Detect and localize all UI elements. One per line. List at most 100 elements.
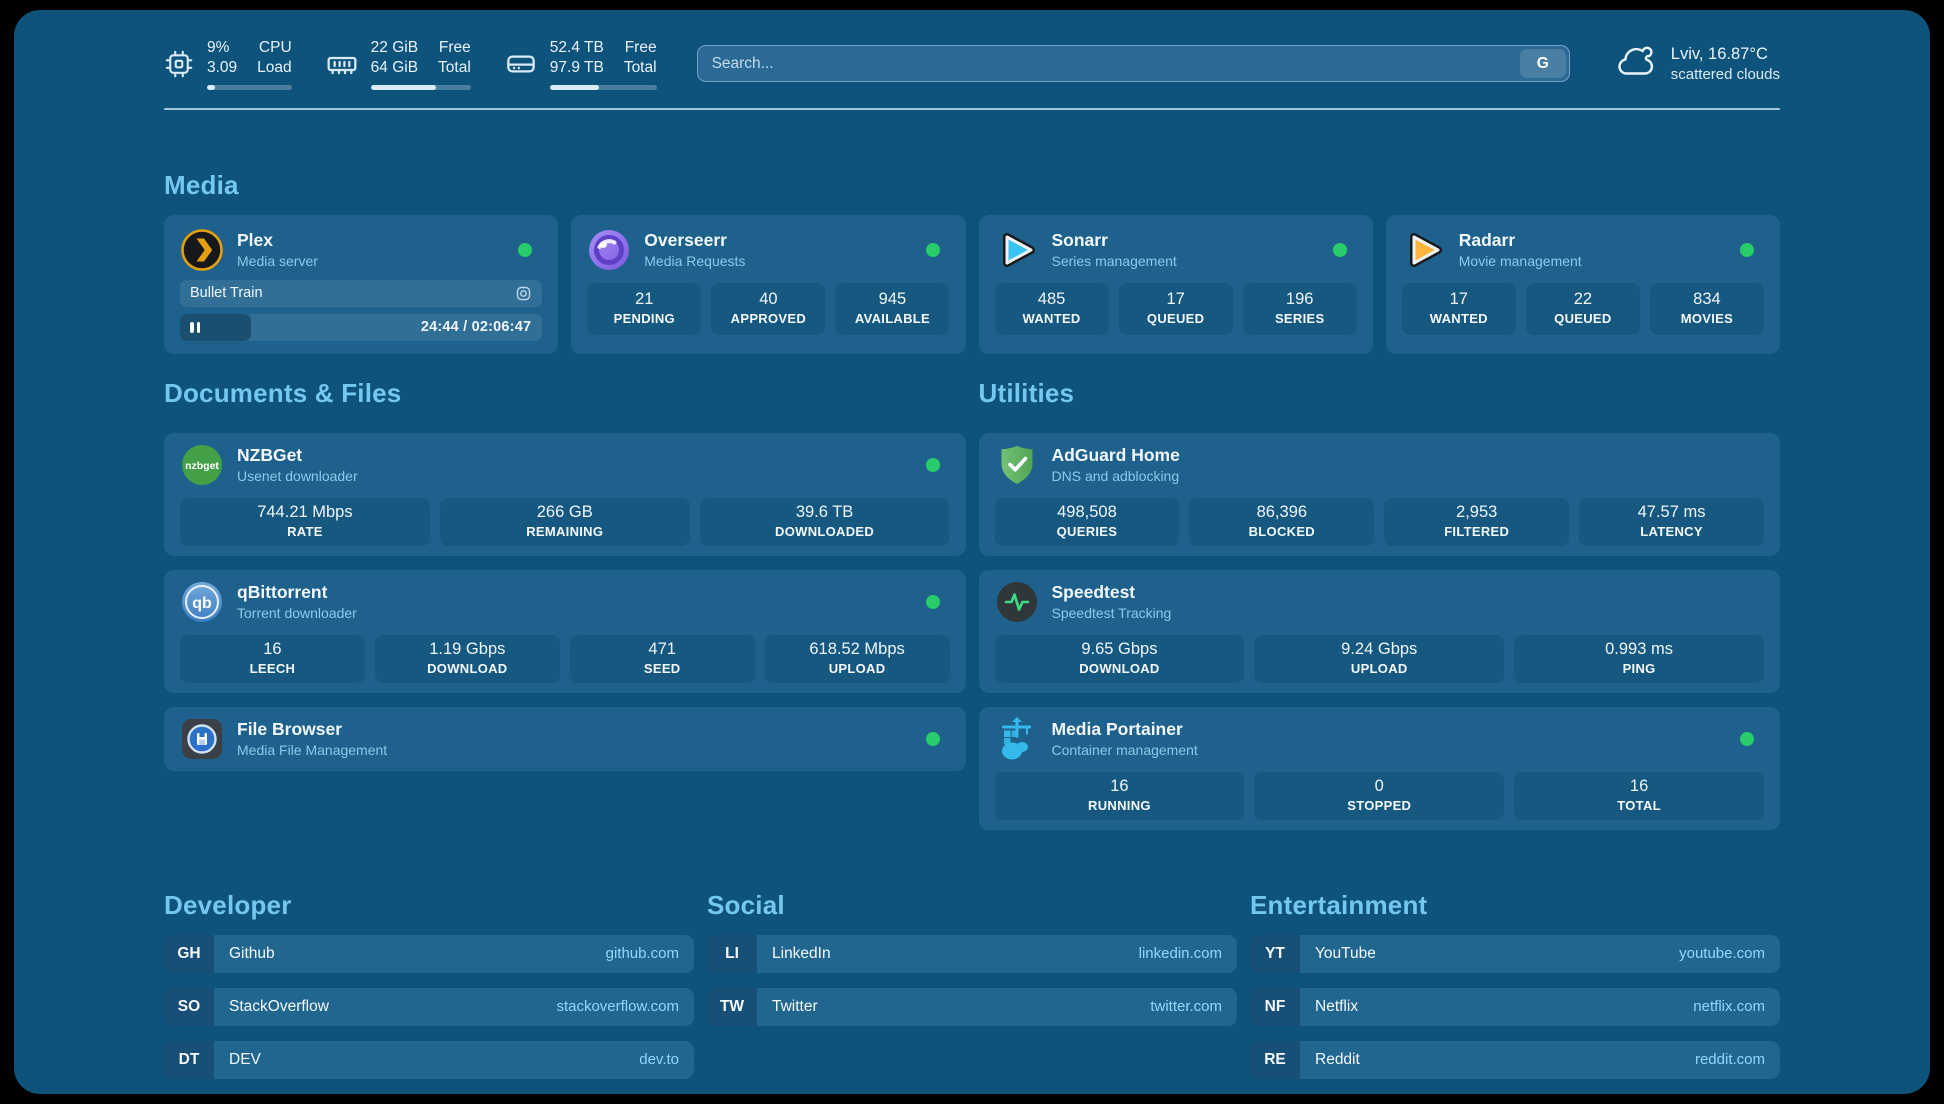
- memory-progress-track: [371, 85, 471, 90]
- cpu-usage-value: 9%: [207, 38, 237, 58]
- stat-value: 22: [1534, 290, 1632, 309]
- memory-free-value: 22 GiB: [371, 38, 418, 58]
- service-card-qbittorrent[interactable]: qb qBittorrent Torrent downloader 16 LEE…: [164, 570, 966, 693]
- bookmark-name: StackOverflow: [229, 998, 329, 1016]
- disk-progress-track: [550, 85, 657, 90]
- service-subtitle: Movie management: [1459, 253, 1582, 269]
- stat-value: 17: [1127, 290, 1225, 309]
- service-card-radarr[interactable]: Radarr Movie management 17 WANTED 22 QUE…: [1386, 215, 1780, 354]
- search-engine-button[interactable]: G: [1520, 49, 1566, 78]
- stat-tile: 86,396 BLOCKED: [1189, 498, 1374, 546]
- now-playing-title: Bullet Train: [190, 285, 263, 301]
- disk-total-label: Total: [624, 58, 657, 78]
- svg-text:nzbget: nzbget: [185, 460, 219, 472]
- cpu-progress-fill: [207, 85, 215, 90]
- service-card-filebrowser[interactable]: File Browser Media File Management: [164, 707, 966, 771]
- stat-label: QUERIES: [1003, 524, 1172, 539]
- stat-tile: 16 TOTAL: [1514, 772, 1764, 820]
- bookmark-dev[interactable]: DT DEV dev.to: [164, 1041, 694, 1079]
- stat-tile: 498,508 QUERIES: [995, 498, 1180, 546]
- stat-tile: 471 SEED: [570, 635, 755, 683]
- stat-label: DOWNLOADED: [708, 524, 942, 539]
- bookmark-name: Twitter: [772, 998, 818, 1016]
- service-subtitle: Media server: [237, 253, 318, 269]
- service-card-sonarr[interactable]: Sonarr Series management 485 WANTED 17 Q…: [979, 215, 1373, 354]
- stat-label: APPROVED: [719, 311, 817, 326]
- stat-label: DOWNLOAD: [383, 661, 552, 676]
- bookmark-abbr: SO: [164, 988, 214, 1026]
- section-social: Social LI LinkedIn linkedin.com TW Twitt…: [707, 890, 1237, 1079]
- search-input[interactable]: [698, 55, 1517, 73]
- stat-tile: 266 GB REMAINING: [440, 498, 690, 546]
- stat-label: BLOCKED: [1197, 524, 1366, 539]
- bookmark-twitter[interactable]: TW Twitter twitter.com: [707, 988, 1237, 1026]
- service-title: AdGuard Home: [1052, 445, 1180, 467]
- stat-tile: 0 STOPPED: [1254, 772, 1504, 820]
- bookmark-abbr: LI: [707, 935, 757, 973]
- stat-tile: 16 LEECH: [180, 635, 365, 683]
- service-card-nzbget[interactable]: nzbget NZBGet Usenet downloader 744.21 M…: [164, 433, 966, 556]
- weather-summary: Lviv, 16.87°C: [1671, 45, 1780, 64]
- bookmark-name: Reddit: [1315, 1051, 1360, 1069]
- stat-value: 40: [719, 290, 817, 309]
- service-title: Radarr: [1459, 230, 1582, 252]
- stat-tile: 21 PENDING: [587, 283, 701, 335]
- stat-tile: 16 RUNNING: [995, 772, 1245, 820]
- bookmark-reddit[interactable]: RE Reddit reddit.com: [1250, 1041, 1780, 1079]
- service-subtitle: Container management: [1052, 742, 1198, 758]
- stat-value: 16: [1522, 777, 1756, 796]
- stat-label: PENDING: [595, 311, 693, 326]
- stat-label: AVAILABLE: [843, 311, 941, 326]
- stat-tile: 0.993 ms PING: [1514, 635, 1764, 683]
- stat-value: 834: [1658, 290, 1756, 309]
- overseerr-icon: [587, 228, 631, 272]
- stat-tile: 17 WANTED: [1402, 283, 1516, 335]
- section-title-utilities: Utilities: [979, 378, 1781, 409]
- session-settings-icon[interactable]: [515, 285, 532, 302]
- stat-label: UPLOAD: [773, 661, 942, 676]
- memory-progress-fill: [371, 85, 436, 90]
- bookmark-abbr: GH: [164, 935, 214, 973]
- disk-icon: [505, 48, 537, 80]
- stat-tile: 834 MOVIES: [1650, 283, 1764, 335]
- service-card-overseerr[interactable]: Overseerr Media Requests 21 PENDING 40 A…: [571, 215, 965, 354]
- cloud-icon: [1614, 44, 1658, 83]
- stat-value: 9.24 Gbps: [1262, 640, 1496, 659]
- filebrowser-icon: [180, 717, 224, 761]
- service-card-portainer[interactable]: Media Portainer Container management 16 …: [979, 707, 1781, 830]
- stat-value: 16: [188, 640, 357, 659]
- stat-label: QUEUED: [1534, 311, 1632, 326]
- section-documents: Documents & Files nzbget NZBGet Usenet d…: [164, 378, 966, 830]
- bookmark-youtube[interactable]: YT YouTube youtube.com: [1250, 935, 1780, 973]
- svg-text:qb: qb: [192, 595, 212, 612]
- playback-progress-bar: 24:44 / 02:06:47: [180, 314, 542, 341]
- status-dot: [518, 243, 532, 257]
- radarr-icon: [1402, 228, 1446, 272]
- service-card-speedtest[interactable]: Speedtest Speedtest Tracking 9.65 Gbps D…: [979, 570, 1781, 693]
- service-card-adguard[interactable]: AdGuard Home DNS and adblocking 498,508 …: [979, 433, 1781, 556]
- stat-label: REMAINING: [448, 524, 682, 539]
- stat-label: TOTAL: [1522, 798, 1756, 813]
- bookmark-url: youtube.com: [1679, 945, 1765, 962]
- portainer-icon: [995, 717, 1039, 761]
- stat-tile: 1.19 Gbps DOWNLOAD: [375, 635, 560, 683]
- status-dot: [926, 458, 940, 472]
- pause-icon[interactable]: [190, 322, 200, 333]
- bookmark-github[interactable]: GH Github github.com: [164, 935, 694, 973]
- section-title-social: Social: [707, 890, 1237, 921]
- qbittorrent-icon: qb: [180, 580, 224, 624]
- service-card-plex[interactable]: Plex Media server Bullet Train: [164, 215, 558, 354]
- stat-tile: 485 WANTED: [995, 283, 1109, 335]
- bookmark-stackoverflow[interactable]: SO StackOverflow stackoverflow.com: [164, 988, 694, 1026]
- bookmark-netflix[interactable]: NF Netflix netflix.com: [1250, 988, 1780, 1026]
- memory-free-label: Free: [438, 38, 471, 58]
- bookmark-linkedin[interactable]: LI LinkedIn linkedin.com: [707, 935, 1237, 973]
- weather-widget: Lviv, 16.87°C scattered clouds: [1614, 44, 1780, 83]
- stat-value: 945: [843, 290, 941, 309]
- stat-label: WANTED: [1410, 311, 1508, 326]
- section-entertainment: Entertainment YT YouTube youtube.com NF …: [1250, 890, 1780, 1079]
- top-bar: 9% 3.09 CPU Load: [164, 10, 1780, 90]
- stat-label: MOVIES: [1658, 311, 1756, 326]
- bookmark-abbr: TW: [707, 988, 757, 1026]
- bookmark-abbr: DT: [164, 1041, 214, 1079]
